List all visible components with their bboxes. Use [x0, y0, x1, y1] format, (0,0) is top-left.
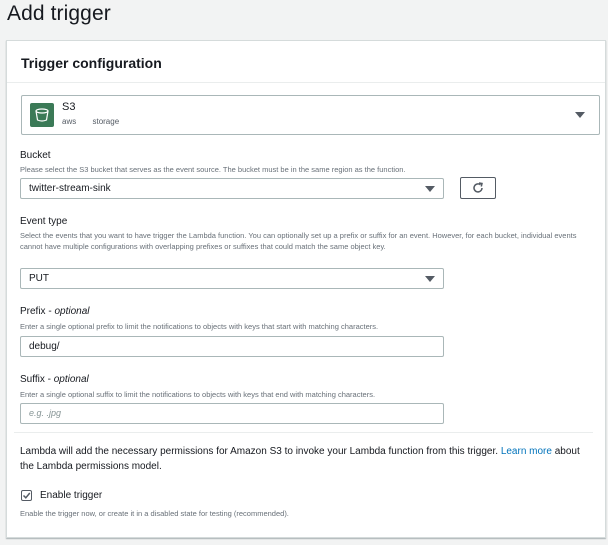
prefix-value: debug/: [29, 341, 60, 352]
refresh-buckets-button[interactable]: [460, 177, 496, 199]
suffix-placeholder: e.g. .jpg: [29, 408, 62, 418]
bucket-description: Please select the S3 bucket that serves …: [20, 165, 406, 174]
service-tag: storage: [92, 117, 120, 126]
permissions-note: Lambda will add the necessary permission…: [20, 444, 590, 474]
s3-bucket-icon: [30, 103, 54, 127]
bucket-label: Bucket: [20, 150, 51, 161]
prefix-label-text: Prefix: [20, 306, 46, 317]
bucket-value: twitter-stream-sink: [29, 183, 111, 194]
service-name: S3: [62, 101, 76, 113]
panel-header: Trigger configuration: [7, 41, 605, 83]
enable-trigger-label[interactable]: Enable trigger: [40, 490, 102, 501]
event-type-select[interactable]: PUT: [20, 268, 444, 289]
chevron-down-icon: [575, 112, 585, 118]
divider: [14, 432, 593, 433]
event-type-description: Select the events that you want to have …: [20, 231, 577, 251]
chevron-down-icon: [425, 276, 435, 282]
bucket-select[interactable]: twitter-stream-sink: [20, 178, 444, 199]
suffix-description: Enter a single optional suffix to limit …: [20, 390, 376, 399]
learn-more-link[interactable]: Learn more: [501, 446, 552, 457]
suffix-optional-text: optional: [53, 374, 89, 385]
checkmark-icon: [22, 492, 31, 499]
suffix-input[interactable]: e.g. .jpg: [20, 403, 444, 424]
panel-title: Trigger configuration: [21, 55, 162, 71]
enable-trigger-checkbox[interactable]: [21, 490, 32, 501]
enable-trigger-description: Enable the trigger now, or create it in …: [20, 509, 289, 518]
prefix-label: Prefix - optional: [20, 306, 90, 317]
event-type-value: PUT: [29, 273, 49, 284]
service-tag: aws: [62, 117, 77, 126]
page-title: Add trigger: [7, 2, 111, 25]
event-type-label: Event type: [20, 216, 68, 227]
prefix-optional-text: optional: [54, 306, 90, 317]
permissions-text: Lambda will add the necessary permission…: [20, 446, 499, 457]
prefix-input[interactable]: debug/: [20, 336, 444, 357]
suffix-label: Suffix - optional: [20, 374, 89, 385]
refresh-icon: [473, 182, 483, 193]
chevron-down-icon: [425, 186, 435, 192]
suffix-label-text: Suffix: [20, 374, 45, 385]
prefix-description: Enter a single optional prefix to limit …: [20, 322, 379, 331]
trigger-service-select[interactable]: S3 aws storage: [21, 95, 600, 135]
service-tags: aws storage: [62, 117, 133, 126]
